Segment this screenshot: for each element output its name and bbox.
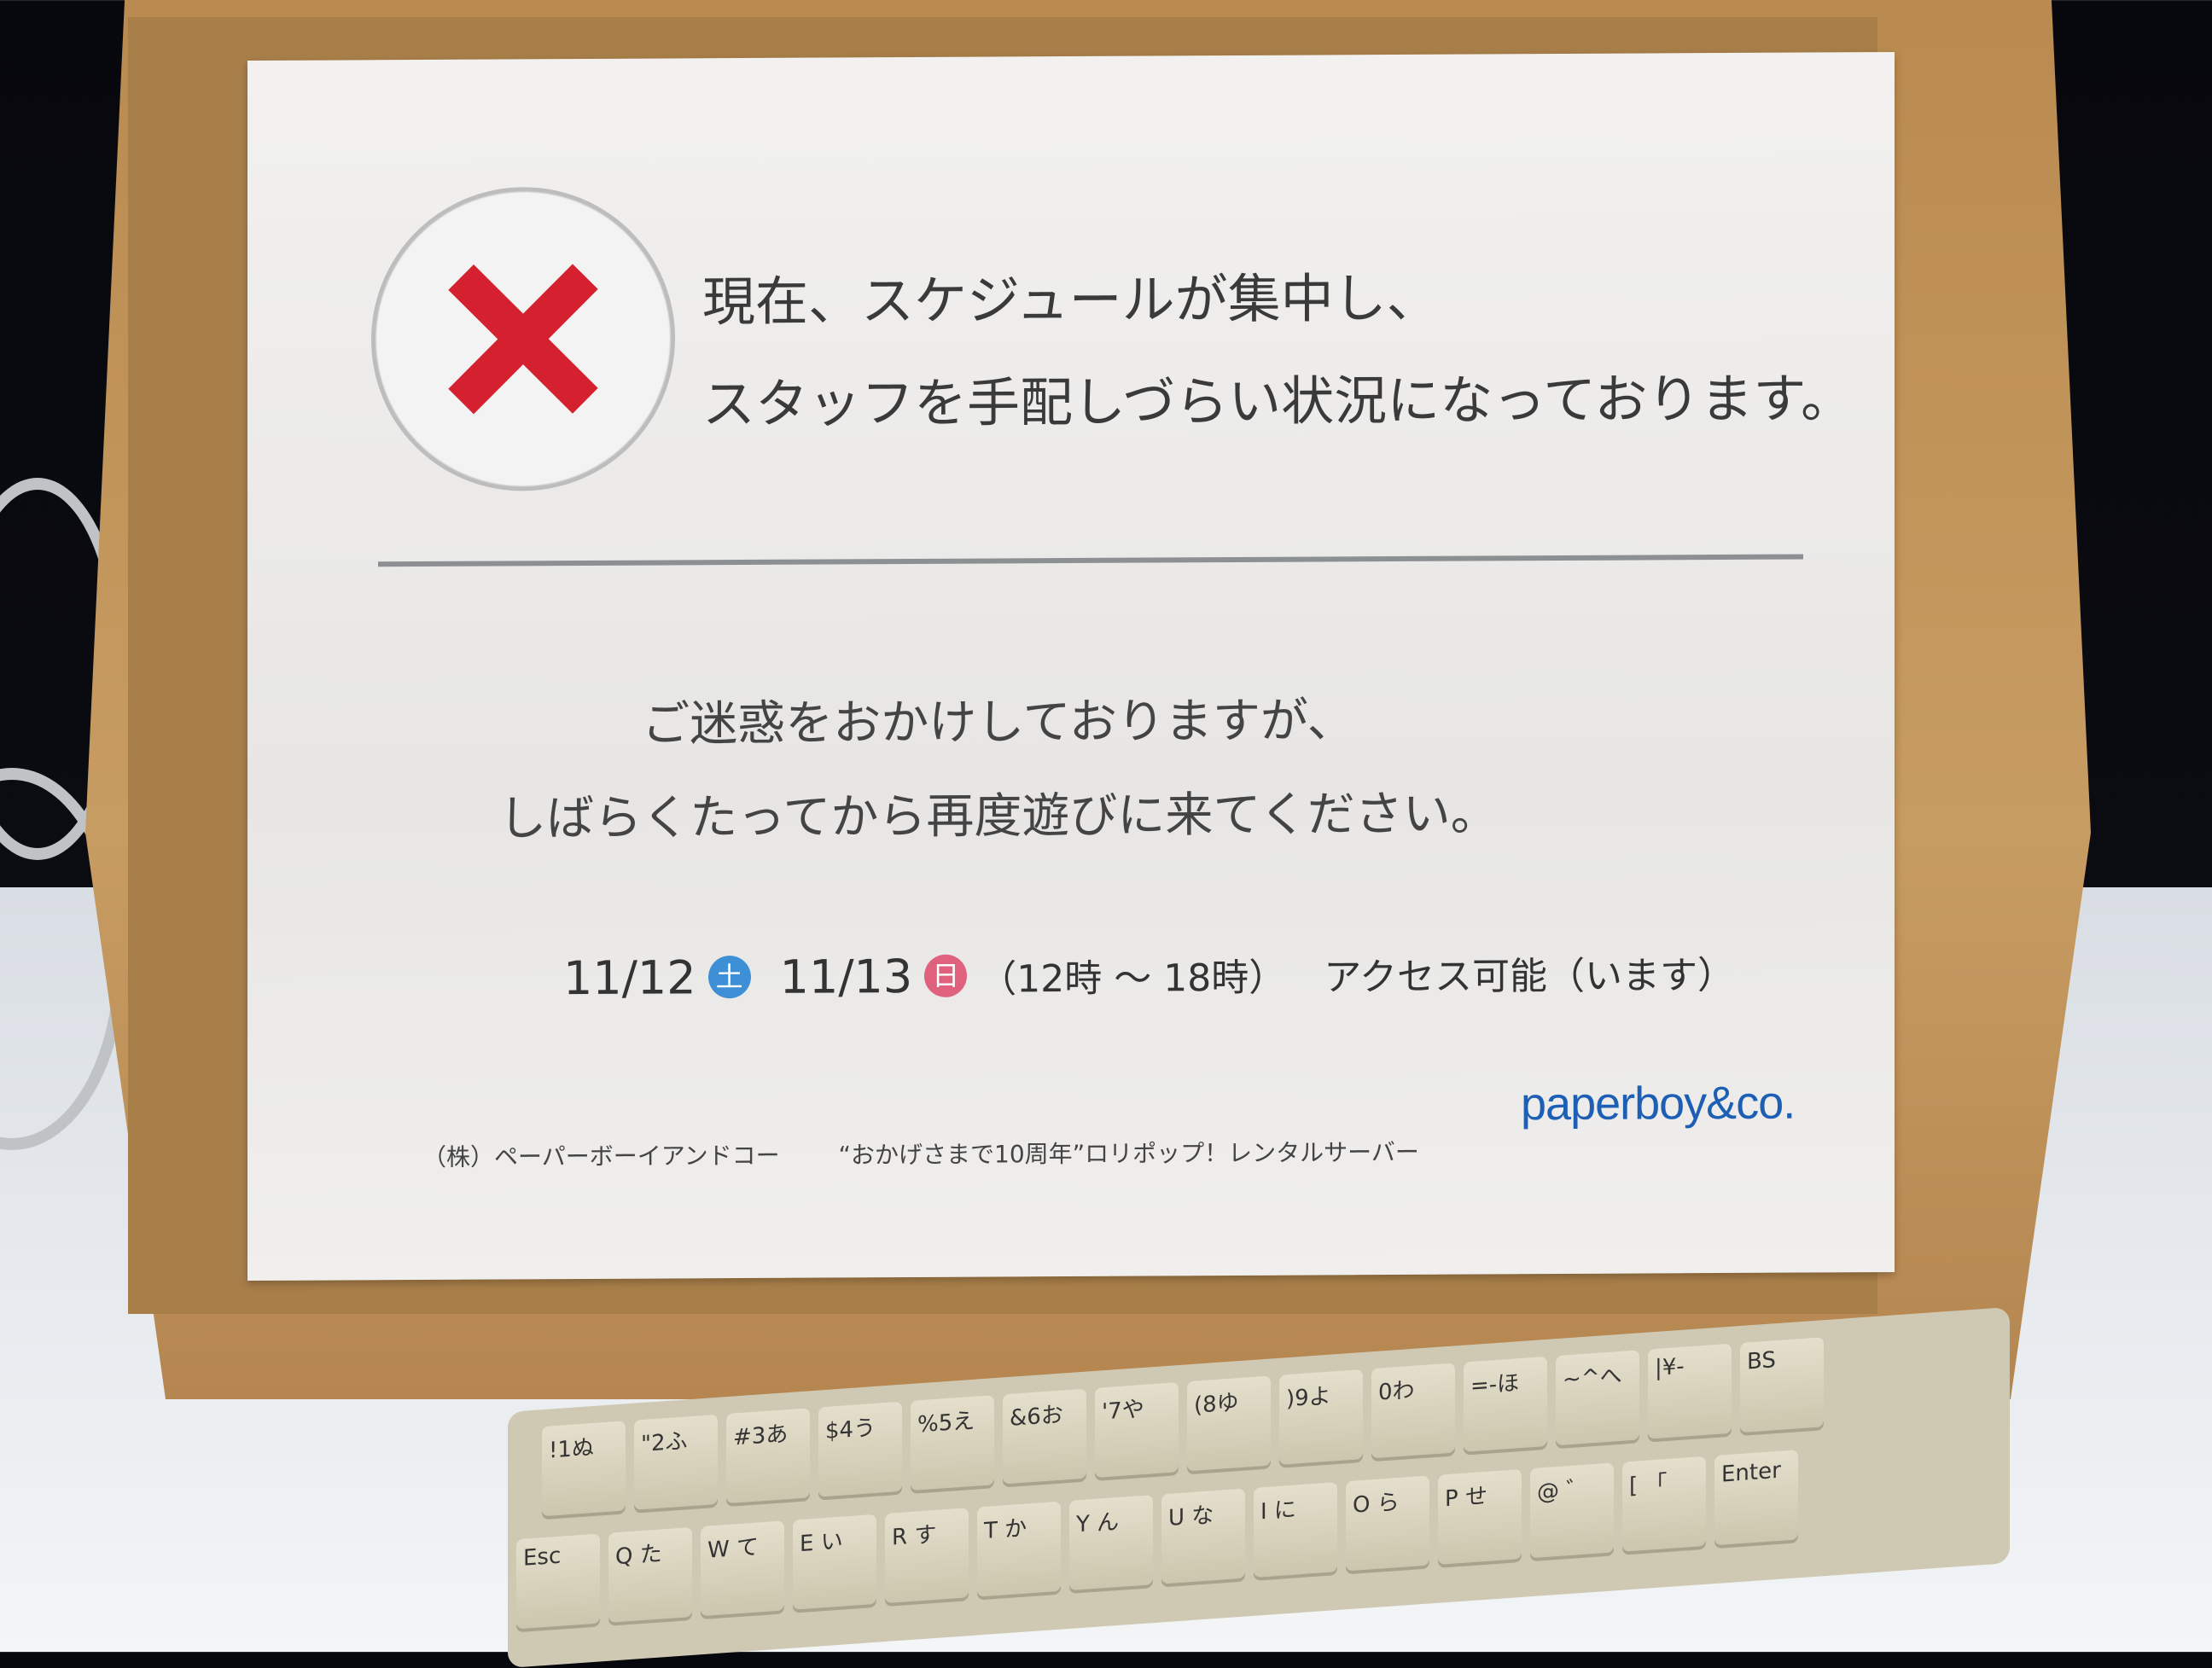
tagline: “おかげさまで10周年”ロリポップ！レンタルサーバー: [838, 1137, 1419, 1170]
key[interactable]: Enter: [1714, 1450, 1798, 1546]
sign-paper: 現在、スケジュールが集中し、 スタッフを手配しづらい状況になっております。 ご迷…: [247, 51, 1895, 1282]
error-icon: [371, 186, 675, 492]
message-line-2: しばらくたってから再度遊びに来てください。: [498, 786, 1499, 847]
key[interactable]: '7や: [1095, 1382, 1179, 1478]
key[interactable]: #3あ: [726, 1408, 810, 1504]
hours: （12時 ～ 18時）: [979, 956, 1287, 1002]
key[interactable]: W て: [701, 1520, 784, 1617]
key[interactable]: %5え: [911, 1395, 994, 1491]
key[interactable]: 0わ: [1371, 1363, 1455, 1459]
divider: [378, 554, 1803, 567]
key[interactable]: "2ふ: [634, 1414, 718, 1510]
paperboy-logo: paperboy&co.: [1521, 1077, 1796, 1130]
headline-line-1: 現在、スケジュールが集中し、: [702, 266, 1440, 334]
key[interactable]: E い: [793, 1514, 876, 1610]
key[interactable]: Esc: [516, 1533, 600, 1630]
access-status: アクセス可能（います）: [1324, 953, 1736, 1000]
footer: （株）ペーパーボーイアンドコー “おかげさまで10周年”ロリポップ！レンタルサー…: [422, 1134, 1470, 1173]
key[interactable]: R す: [885, 1508, 969, 1604]
date-1: 11/12: [563, 950, 696, 1005]
date-2: 11/13: [779, 949, 913, 1004]
key[interactable]: (8ゆ: [1187, 1375, 1271, 1472]
key[interactable]: [ 「: [1622, 1456, 1706, 1552]
key[interactable]: =-ほ: [1464, 1356, 1547, 1452]
key[interactable]: )9よ: [1279, 1369, 1363, 1465]
key[interactable]: Y ん: [1069, 1495, 1153, 1590]
key[interactable]: $4う: [818, 1401, 902, 1497]
saturday-badge: 土: [707, 955, 751, 999]
key[interactable]: Q た: [608, 1526, 692, 1623]
message-line-1: ご迷惑をおかけしておりますが、: [642, 693, 1355, 753]
sunday-badge: 日: [924, 954, 968, 997]
key[interactable]: ~^へ: [1556, 1350, 1639, 1446]
key[interactable]: U な: [1161, 1488, 1245, 1584]
key[interactable]: T か: [977, 1501, 1061, 1597]
key[interactable]: !1ぬ: [542, 1421, 626, 1517]
key[interactable]: |¥-: [1648, 1343, 1732, 1439]
key[interactable]: @ ゛: [1530, 1462, 1614, 1559]
x-mark-icon: [444, 259, 602, 419]
key[interactable]: &6お: [1003, 1388, 1086, 1485]
key[interactable]: P せ: [1438, 1468, 1522, 1565]
schedule-line: 11/12 土 11/13 日 （12時 ～ 18時） アクセス可能（います）: [563, 944, 1735, 1005]
headline-line-2: スタッフを手配しづらい状況になっております。: [702, 367, 1854, 436]
key[interactable]: I に: [1254, 1482, 1337, 1578]
key[interactable]: O ら: [1346, 1475, 1429, 1572]
key[interactable]: BS: [1740, 1337, 1824, 1433]
company-name: （株）ペーパーボーイアンドコー: [422, 1141, 780, 1171]
